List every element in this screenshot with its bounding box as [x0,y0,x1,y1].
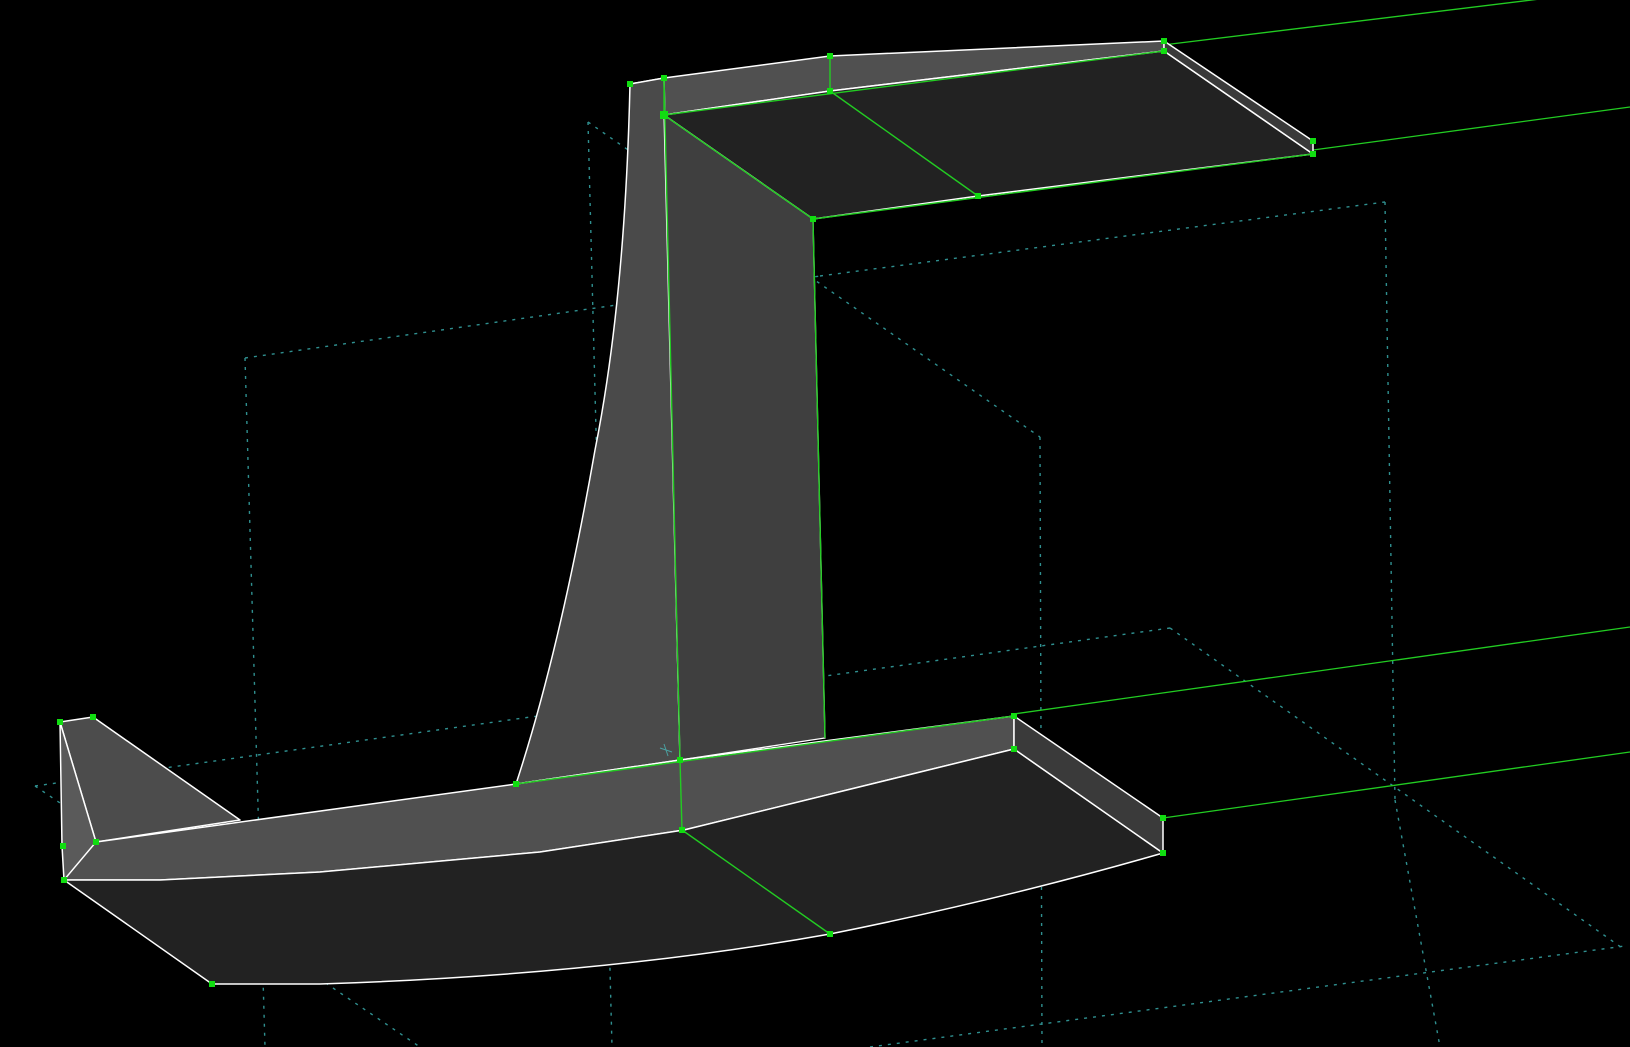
vertex-handle[interactable] [1160,815,1166,821]
vertex-handle[interactable] [827,53,833,59]
vertex-handle[interactable] [679,827,685,833]
vertex-handle[interactable] [827,88,833,94]
vertex-handle[interactable] [677,757,683,763]
vertex-handle[interactable] [1011,713,1017,719]
vertex-handle[interactable] [1161,38,1167,44]
vertex-handle[interactable] [661,75,667,81]
vertex-handle[interactable] [1310,151,1316,157]
vertex-handle[interactable] [810,216,816,222]
vertex-handle[interactable] [61,877,67,883]
vertex-handle[interactable] [1310,138,1316,144]
web-front-face [663,113,826,761]
vertex-handle[interactable] [975,193,981,199]
vertex-handle[interactable] [1160,850,1166,856]
vertex-handle[interactable] [93,839,99,845]
vertex-handle[interactable] [57,719,63,725]
vertex-handle[interactable] [660,111,668,119]
vertex-handle[interactable] [90,714,96,720]
vertex-handle[interactable] [627,81,633,87]
vertex-handle[interactable] [1161,48,1167,54]
3d-viewport[interactable] [0,0,1630,1047]
vertex-handle[interactable] [827,931,833,937]
vertex-handle[interactable] [513,781,519,787]
vertex-handle[interactable] [209,981,215,987]
vertex-handle[interactable] [60,843,66,849]
vertex-handle[interactable] [1011,746,1017,752]
